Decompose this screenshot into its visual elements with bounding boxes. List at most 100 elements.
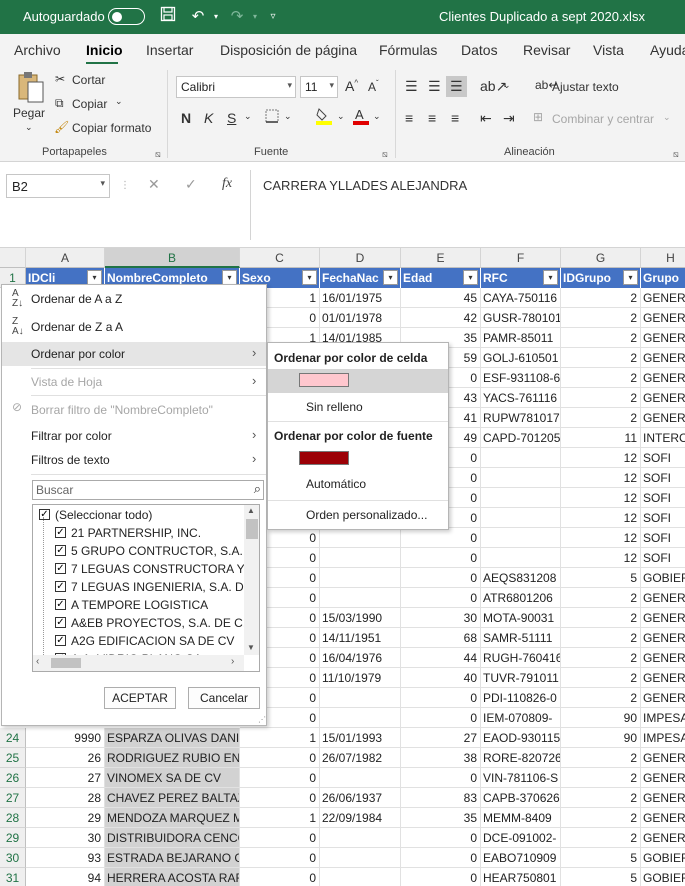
table-cell[interactable]: GENERAL [641, 628, 685, 648]
column-header-d[interactable]: D [320, 248, 401, 268]
table-cell[interactable]: GENERAL [641, 608, 685, 628]
table-cell[interactable]: RORE-820726 [481, 748, 561, 768]
table-cell[interactable]: 90 [561, 708, 641, 728]
table-cell[interactable] [320, 588, 401, 608]
table-cell[interactable]: GENERAL [641, 668, 685, 688]
tab-ayuda[interactable]: Ayuda [650, 42, 685, 58]
table-header-cell[interactable]: RFC ▾ [481, 268, 561, 288]
formula-input[interactable]: CARRERA YLLADES ALEJANDRA [250, 170, 685, 240]
row-header[interactable]: 29 [0, 828, 26, 848]
table-cell[interactable]: IMPESA [641, 708, 685, 728]
align-right-icon[interactable]: ≡ [451, 110, 459, 126]
table-cell[interactable]: 11/10/1979 [320, 668, 401, 688]
tab-datos[interactable]: Datos [461, 42, 498, 58]
tab-revisar[interactable]: Revisar [523, 42, 570, 58]
table-cell[interactable]: 5 [561, 868, 641, 886]
checkbox-icon[interactable]: ✓ [55, 599, 66, 610]
table-cell[interactable]: INTERC [641, 428, 685, 448]
row-header[interactable]: 27 [0, 788, 26, 808]
table-cell[interactable]: SOFI [641, 488, 685, 508]
checkbox-icon[interactable]: ✓ [55, 617, 66, 628]
filter-dropdown-button[interactable]: ▾ [383, 270, 398, 285]
fill-color-icon[interactable] [315, 106, 333, 129]
table-cell[interactable]: 90 [561, 728, 641, 748]
table-cell[interactable]: 12 [561, 548, 641, 568]
table-cell[interactable]: 0 [240, 768, 320, 788]
table-cell[interactable]: 0 [401, 828, 481, 848]
table-cell[interactable]: 2 [561, 668, 641, 688]
align-top-icon[interactable]: ☰ [405, 78, 418, 95]
table-cell[interactable]: 28 [26, 788, 105, 808]
table-cell[interactable]: 2 [561, 388, 641, 408]
filter-by-color-item[interactable]: Filtrar por color › [2, 424, 266, 448]
table-cell[interactable]: GENERAL [641, 408, 685, 428]
align-middle-icon[interactable]: ☰ [428, 78, 441, 95]
table-cell[interactable]: 22/09/1984 [320, 808, 401, 828]
table-cell[interactable]: 12 [561, 528, 641, 548]
table-cell[interactable]: GOLJ-610501 [481, 348, 561, 368]
cut-button[interactable]: Cortar [72, 73, 105, 87]
table-cell[interactable]: 0 [401, 528, 481, 548]
row-header[interactable]: 24 [0, 728, 26, 748]
table-cell[interactable]: RUGH-760416 [481, 648, 561, 668]
table-header-cell[interactable]: Edad ▾ [401, 268, 481, 288]
customize-toolbar-icon[interactable]: ▿ [262, 6, 284, 28]
tab-vista[interactable]: Vista [593, 42, 624, 58]
table-cell[interactable]: CHAVEZ PEREZ BALTAZAR [105, 788, 240, 808]
font-color-icon[interactable]: A [352, 106, 370, 129]
accept-button[interactable]: ACEPTAR [104, 687, 176, 709]
table-cell[interactable]: GENERAL [641, 348, 685, 368]
resize-grip-icon[interactable]: ⋰ [258, 715, 266, 724]
row-header[interactable]: 31 [0, 868, 26, 886]
cut-icon[interactable]: ✂ [55, 72, 65, 86]
table-cell[interactable]: 0 [240, 748, 320, 768]
table-cell[interactable]: GENERAL [641, 388, 685, 408]
table-cell[interactable]: GOBIER [641, 848, 685, 868]
filter-dropdown-button[interactable]: ▾ [623, 270, 638, 285]
table-cell[interactable] [320, 568, 401, 588]
tab-formulas[interactable]: Fórmulas [379, 42, 437, 58]
table-cell[interactable]: 1 [240, 808, 320, 828]
row-header[interactable]: 25 [0, 748, 26, 768]
table-cell[interactable]: 2 [561, 288, 641, 308]
table-cell[interactable]: 40 [401, 668, 481, 688]
formula-splitter-icon[interactable]: ⋮ [120, 180, 130, 191]
autosave-toggle[interactable] [108, 8, 145, 25]
copy-icon[interactable]: ⧉ [55, 96, 64, 111]
table-cell[interactable]: GOBIER [641, 568, 685, 588]
text-filters-item[interactable]: Filtros de texto › [2, 448, 266, 472]
table-cell[interactable]: IMPESA [641, 728, 685, 748]
font-launcher-icon[interactable]: ⧅ [382, 149, 388, 160]
insert-function-icon[interactable]: fx [222, 176, 232, 192]
format-painter-button[interactable]: Copiar formato [72, 121, 151, 135]
table-cell[interactable]: SOFI [641, 448, 685, 468]
table-cell[interactable]: GENERAL [641, 368, 685, 388]
column-header-e[interactable]: E [401, 248, 481, 268]
table-cell[interactable]: HERRERA ACOSTA RAFAEL [105, 868, 240, 886]
filter-dropdown-button[interactable]: ▾ [463, 270, 478, 285]
table-header-cell[interactable]: Grupo [641, 268, 685, 288]
table-cell[interactable]: 2 [561, 348, 641, 368]
tab-inicio[interactable]: Inicio [86, 42, 123, 58]
table-cell[interactable]: 30 [26, 828, 105, 848]
table-cell[interactable]: PAMR-85011 [481, 328, 561, 348]
decrease-font-icon[interactable]: Aˇ [368, 79, 379, 94]
table-cell[interactable] [320, 688, 401, 708]
font-color-option[interactable] [268, 447, 448, 471]
list-horizontal-scrollbar[interactable]: ‹ › [33, 655, 244, 671]
table-cell[interactable]: 01/01/1978 [320, 308, 401, 328]
table-cell[interactable]: ESTRADA BEJARANO GERARDO [105, 848, 240, 868]
table-cell[interactable]: 2 [561, 368, 641, 388]
table-cell[interactable]: 45 [401, 288, 481, 308]
table-cell[interactable]: 9990 [26, 728, 105, 748]
table-cell[interactable]: GENERAL [641, 648, 685, 668]
column-header-a[interactable]: A [26, 248, 105, 268]
tab-insertar[interactable]: Insertar [146, 42, 193, 58]
paste-dropdown-icon[interactable]: ⌄ [25, 122, 33, 133]
table-cell[interactable] [320, 548, 401, 568]
table-cell[interactable]: 2 [561, 648, 641, 668]
automatic-option[interactable]: Automático [268, 472, 448, 496]
table-cell[interactable]: MENDOZA MARQUEZ MARIA [105, 808, 240, 828]
table-cell[interactable]: TUVR-791011 [481, 668, 561, 688]
orientation-dropdown-icon[interactable]: ⌄ [503, 80, 511, 91]
